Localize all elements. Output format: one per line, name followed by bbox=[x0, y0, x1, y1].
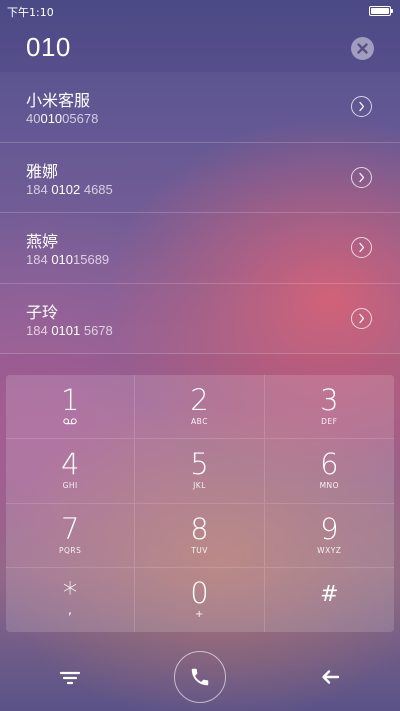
key-letters: , bbox=[67, 602, 73, 618]
key-letters: JKL bbox=[193, 481, 206, 491]
dialed-number-field[interactable]: 010 bbox=[26, 32, 71, 63]
number-prefix: 184 bbox=[26, 322, 52, 338]
dial-keypad: 1 2 ABC 3 DEF 4 GHI 5 JKL 6 MNO 7 PQRS 8… bbox=[6, 375, 394, 632]
call-button[interactable] bbox=[174, 651, 226, 703]
bottom-action-bar bbox=[0, 648, 400, 706]
key-0[interactable]: 0 + bbox=[135, 567, 265, 632]
number-prefix: 184 bbox=[26, 252, 52, 267]
contact-name: 子玲 bbox=[26, 302, 59, 322]
voicemail-icon bbox=[63, 418, 77, 425]
contact-number: 184 0101 5678 bbox=[26, 323, 113, 338]
chevron-right-icon bbox=[359, 172, 365, 182]
key-digit: # bbox=[320, 581, 339, 607]
key-letters: WXYZ bbox=[317, 545, 342, 555]
key-digit: 8 bbox=[190, 511, 209, 546]
key-digit: 5 bbox=[190, 447, 209, 482]
contact-name: 燕婷 bbox=[26, 232, 59, 251]
number-suffix: 5678 bbox=[80, 322, 113, 338]
dial-header: 010 bbox=[0, 22, 400, 72]
contact-row[interactable]: 雅娜 184 0102 4685 bbox=[0, 143, 400, 213]
contact-name: 小米客服 bbox=[26, 91, 91, 110]
key-letters: ABC bbox=[191, 417, 208, 426]
key-4[interactable]: 4 GHI bbox=[6, 439, 136, 504]
key-letters: MNO bbox=[319, 481, 340, 491]
chevron-right-icon bbox=[359, 101, 365, 112]
key-digit: 0 bbox=[190, 575, 209, 610]
number-match: 0101 bbox=[51, 322, 81, 338]
contact-row[interactable]: 小米客服 4001005678 bbox=[0, 72, 400, 143]
key-2[interactable]: 2 ABC bbox=[135, 375, 265, 440]
key-6[interactable]: 6 MNO bbox=[264, 439, 394, 504]
contact-detail-button[interactable] bbox=[351, 96, 372, 117]
key-5[interactable]: 5 JKL bbox=[135, 439, 265, 504]
number-prefix: 40 bbox=[26, 111, 41, 126]
key-letters: TUV bbox=[191, 545, 208, 555]
key-9[interactable]: 9 WXYZ bbox=[264, 504, 394, 568]
key-letters: DEF bbox=[321, 417, 338, 426]
number-match: 010 bbox=[51, 252, 74, 267]
key-digit: 6 bbox=[320, 447, 339, 482]
key-digit: 2 bbox=[190, 383, 209, 417]
contact-detail-button[interactable] bbox=[351, 237, 372, 258]
backspace-arrow-icon bbox=[322, 670, 340, 684]
key-letters: PQRS bbox=[58, 545, 82, 555]
contact-results-list: 小米客服 4001005678 雅娜 184 0102 4685 燕婷 184 … bbox=[0, 72, 400, 354]
chevron-right-icon bbox=[359, 242, 365, 253]
battery-icon bbox=[369, 6, 393, 16]
contact-detail-button[interactable] bbox=[351, 166, 372, 188]
number-prefix: 184 bbox=[26, 181, 52, 197]
backspace-button[interactable] bbox=[319, 666, 341, 688]
key-star[interactable]: * , bbox=[6, 567, 136, 632]
contact-row[interactable]: 燕婷 184 01015689 bbox=[0, 213, 400, 284]
key-letters: GHI bbox=[62, 481, 78, 491]
key-3[interactable]: 3 DEF bbox=[264, 375, 394, 440]
contact-number: 4001005678 bbox=[26, 111, 98, 126]
menu-button[interactable] bbox=[59, 666, 81, 688]
contact-name: 雅娜 bbox=[26, 161, 59, 181]
close-icon bbox=[357, 43, 368, 54]
contact-row[interactable]: 子玲 184 0101 5678 bbox=[0, 284, 400, 354]
number-match: 0102 bbox=[51, 181, 81, 197]
key-digit: 1 bbox=[60, 383, 80, 417]
contact-number: 184 01015689 bbox=[26, 252, 109, 267]
number-suffix: 05678 bbox=[62, 111, 99, 126]
contact-detail-button[interactable] bbox=[351, 307, 372, 329]
key-digit: 4 bbox=[60, 447, 80, 482]
key-1[interactable]: 1 bbox=[6, 375, 136, 440]
key-letters: + bbox=[195, 608, 204, 620]
clear-number-button[interactable] bbox=[351, 37, 374, 60]
battery-level bbox=[371, 8, 389, 14]
phone-icon bbox=[191, 668, 209, 686]
key-8[interactable]: 8 TUV bbox=[135, 503, 265, 568]
contact-number: 184 0102 4685 bbox=[26, 182, 113, 197]
status-bar: 下午1:10 bbox=[0, 0, 400, 22]
status-time: 下午1:10 bbox=[7, 6, 54, 19]
key-digit: 7 bbox=[60, 511, 80, 546]
key-hash[interactable]: # bbox=[265, 568, 394, 632]
chevron-right-icon bbox=[359, 313, 365, 323]
key-7[interactable]: 7 PQRS bbox=[6, 503, 136, 568]
key-digit: 3 bbox=[320, 383, 339, 417]
menu-icon bbox=[59, 671, 81, 685]
number-match: 010 bbox=[40, 111, 63, 126]
key-digit: 9 bbox=[320, 511, 339, 546]
number-suffix: 15689 bbox=[73, 252, 110, 267]
number-suffix: 4685 bbox=[80, 181, 113, 197]
